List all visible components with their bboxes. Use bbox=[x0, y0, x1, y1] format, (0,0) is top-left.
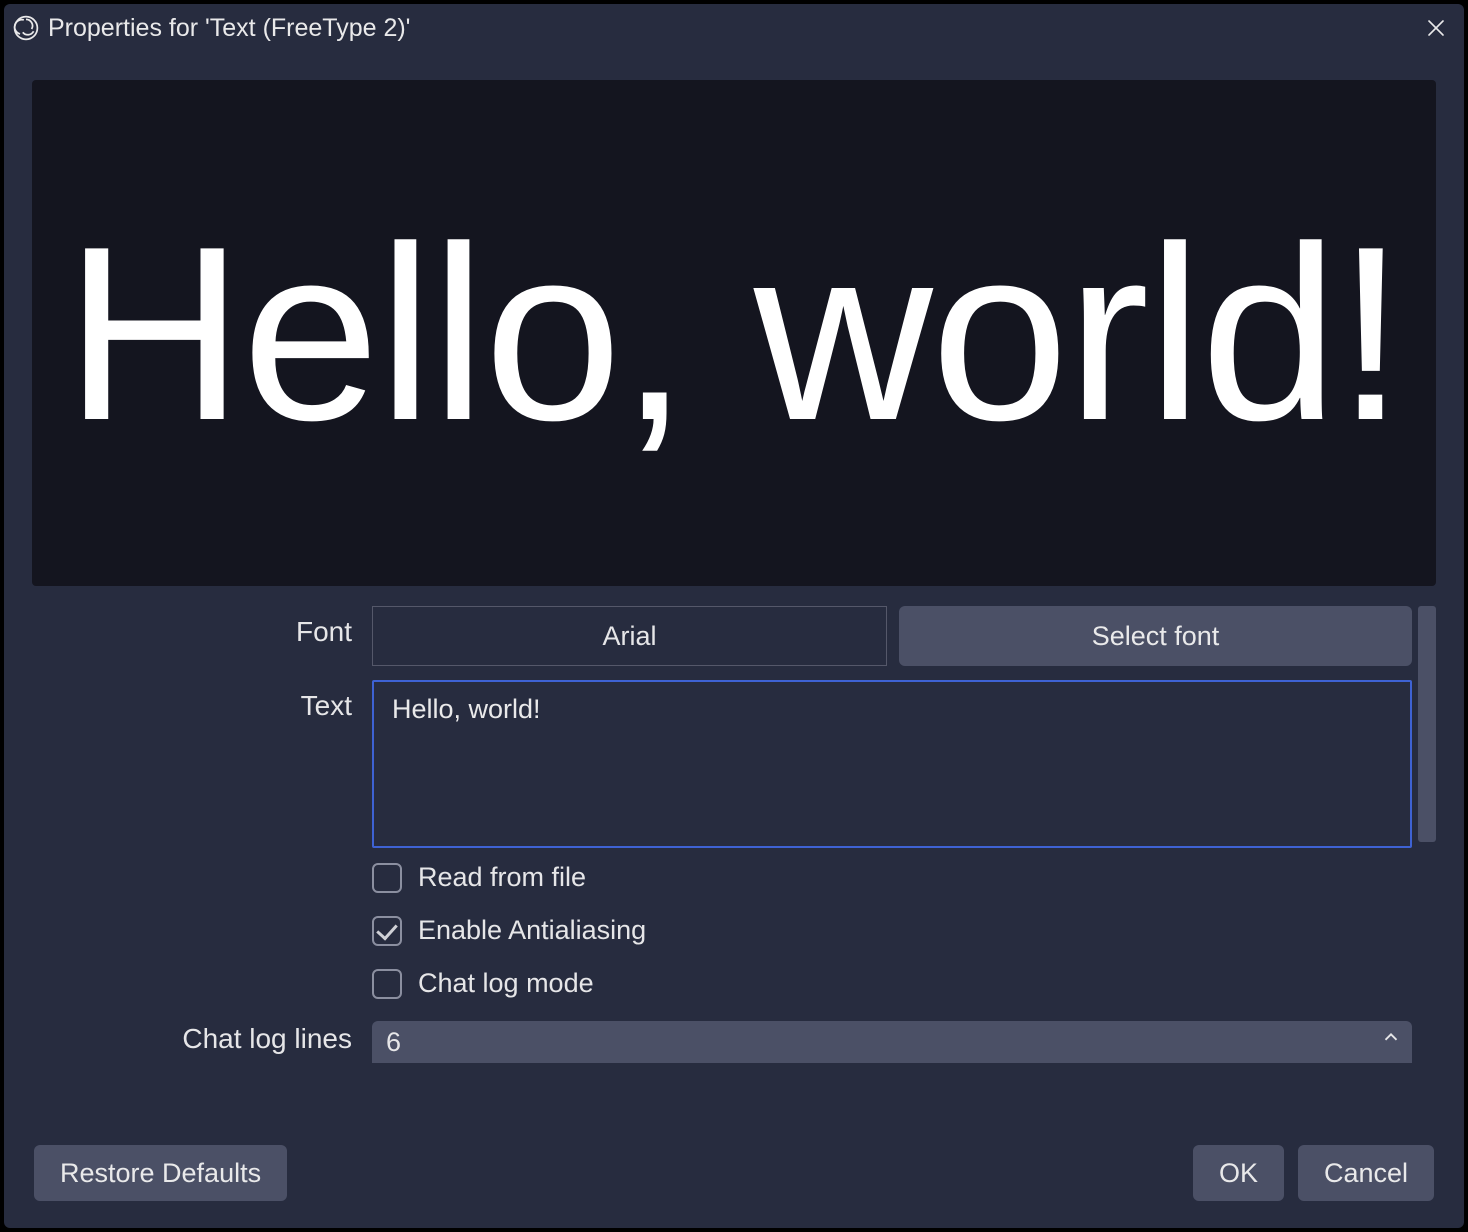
enable-aa-row: Enable Antialiasing bbox=[372, 915, 1412, 946]
obs-icon bbox=[12, 14, 40, 42]
close-button[interactable] bbox=[1416, 8, 1456, 48]
select-font-button[interactable]: Select font bbox=[899, 606, 1412, 666]
enable-antialiasing-label: Enable Antialiasing bbox=[418, 915, 646, 946]
font-label: Font bbox=[32, 606, 372, 648]
chat-log-lines-row: Chat log lines 6 bbox=[32, 1021, 1412, 1063]
chat-log-mode-checkbox[interactable] bbox=[372, 969, 402, 999]
window-title: Properties for 'Text (FreeType 2)' bbox=[48, 14, 410, 43]
read-from-file-row: Read from file bbox=[372, 862, 1412, 893]
text-input[interactable] bbox=[372, 680, 1412, 848]
read-from-file-checkbox[interactable] bbox=[372, 863, 402, 893]
properties-dialog: Properties for 'Text (FreeType 2)' Hello… bbox=[4, 4, 1464, 1228]
spinbox-up-icon[interactable] bbox=[1376, 1021, 1406, 1063]
preview-text: Hello, world! bbox=[65, 190, 1403, 476]
dialog-content: Hello, world! Font Arial Select font Tex… bbox=[4, 52, 1464, 1138]
chat-log-lines-value: 6 bbox=[386, 1027, 401, 1058]
chat-log-lines-label: Chat log lines bbox=[32, 1021, 372, 1055]
ok-button[interactable]: OK bbox=[1193, 1145, 1284, 1201]
cancel-button[interactable]: Cancel bbox=[1298, 1145, 1434, 1201]
font-row: Font Arial Select font bbox=[32, 606, 1412, 666]
font-display: Arial bbox=[372, 606, 887, 666]
chat-log-mode-row: Chat log mode bbox=[372, 968, 1412, 999]
text-row: Text bbox=[32, 680, 1412, 848]
chat-log-lines-spinbox[interactable]: 6 bbox=[372, 1021, 1412, 1063]
read-from-file-label: Read from file bbox=[418, 862, 586, 893]
chat-log-mode-label: Chat log mode bbox=[418, 968, 594, 999]
text-preview: Hello, world! bbox=[32, 80, 1436, 586]
text-label: Text bbox=[32, 680, 372, 722]
enable-antialiasing-checkbox[interactable] bbox=[372, 916, 402, 946]
restore-defaults-button[interactable]: Restore Defaults bbox=[34, 1145, 287, 1201]
titlebar: Properties for 'Text (FreeType 2)' bbox=[4, 4, 1464, 52]
form-area: Font Arial Select font Text Read from fi… bbox=[32, 606, 1436, 1138]
form-scrollbar[interactable] bbox=[1418, 606, 1436, 842]
dialog-footer: Restore Defaults OK Cancel bbox=[4, 1138, 1464, 1228]
